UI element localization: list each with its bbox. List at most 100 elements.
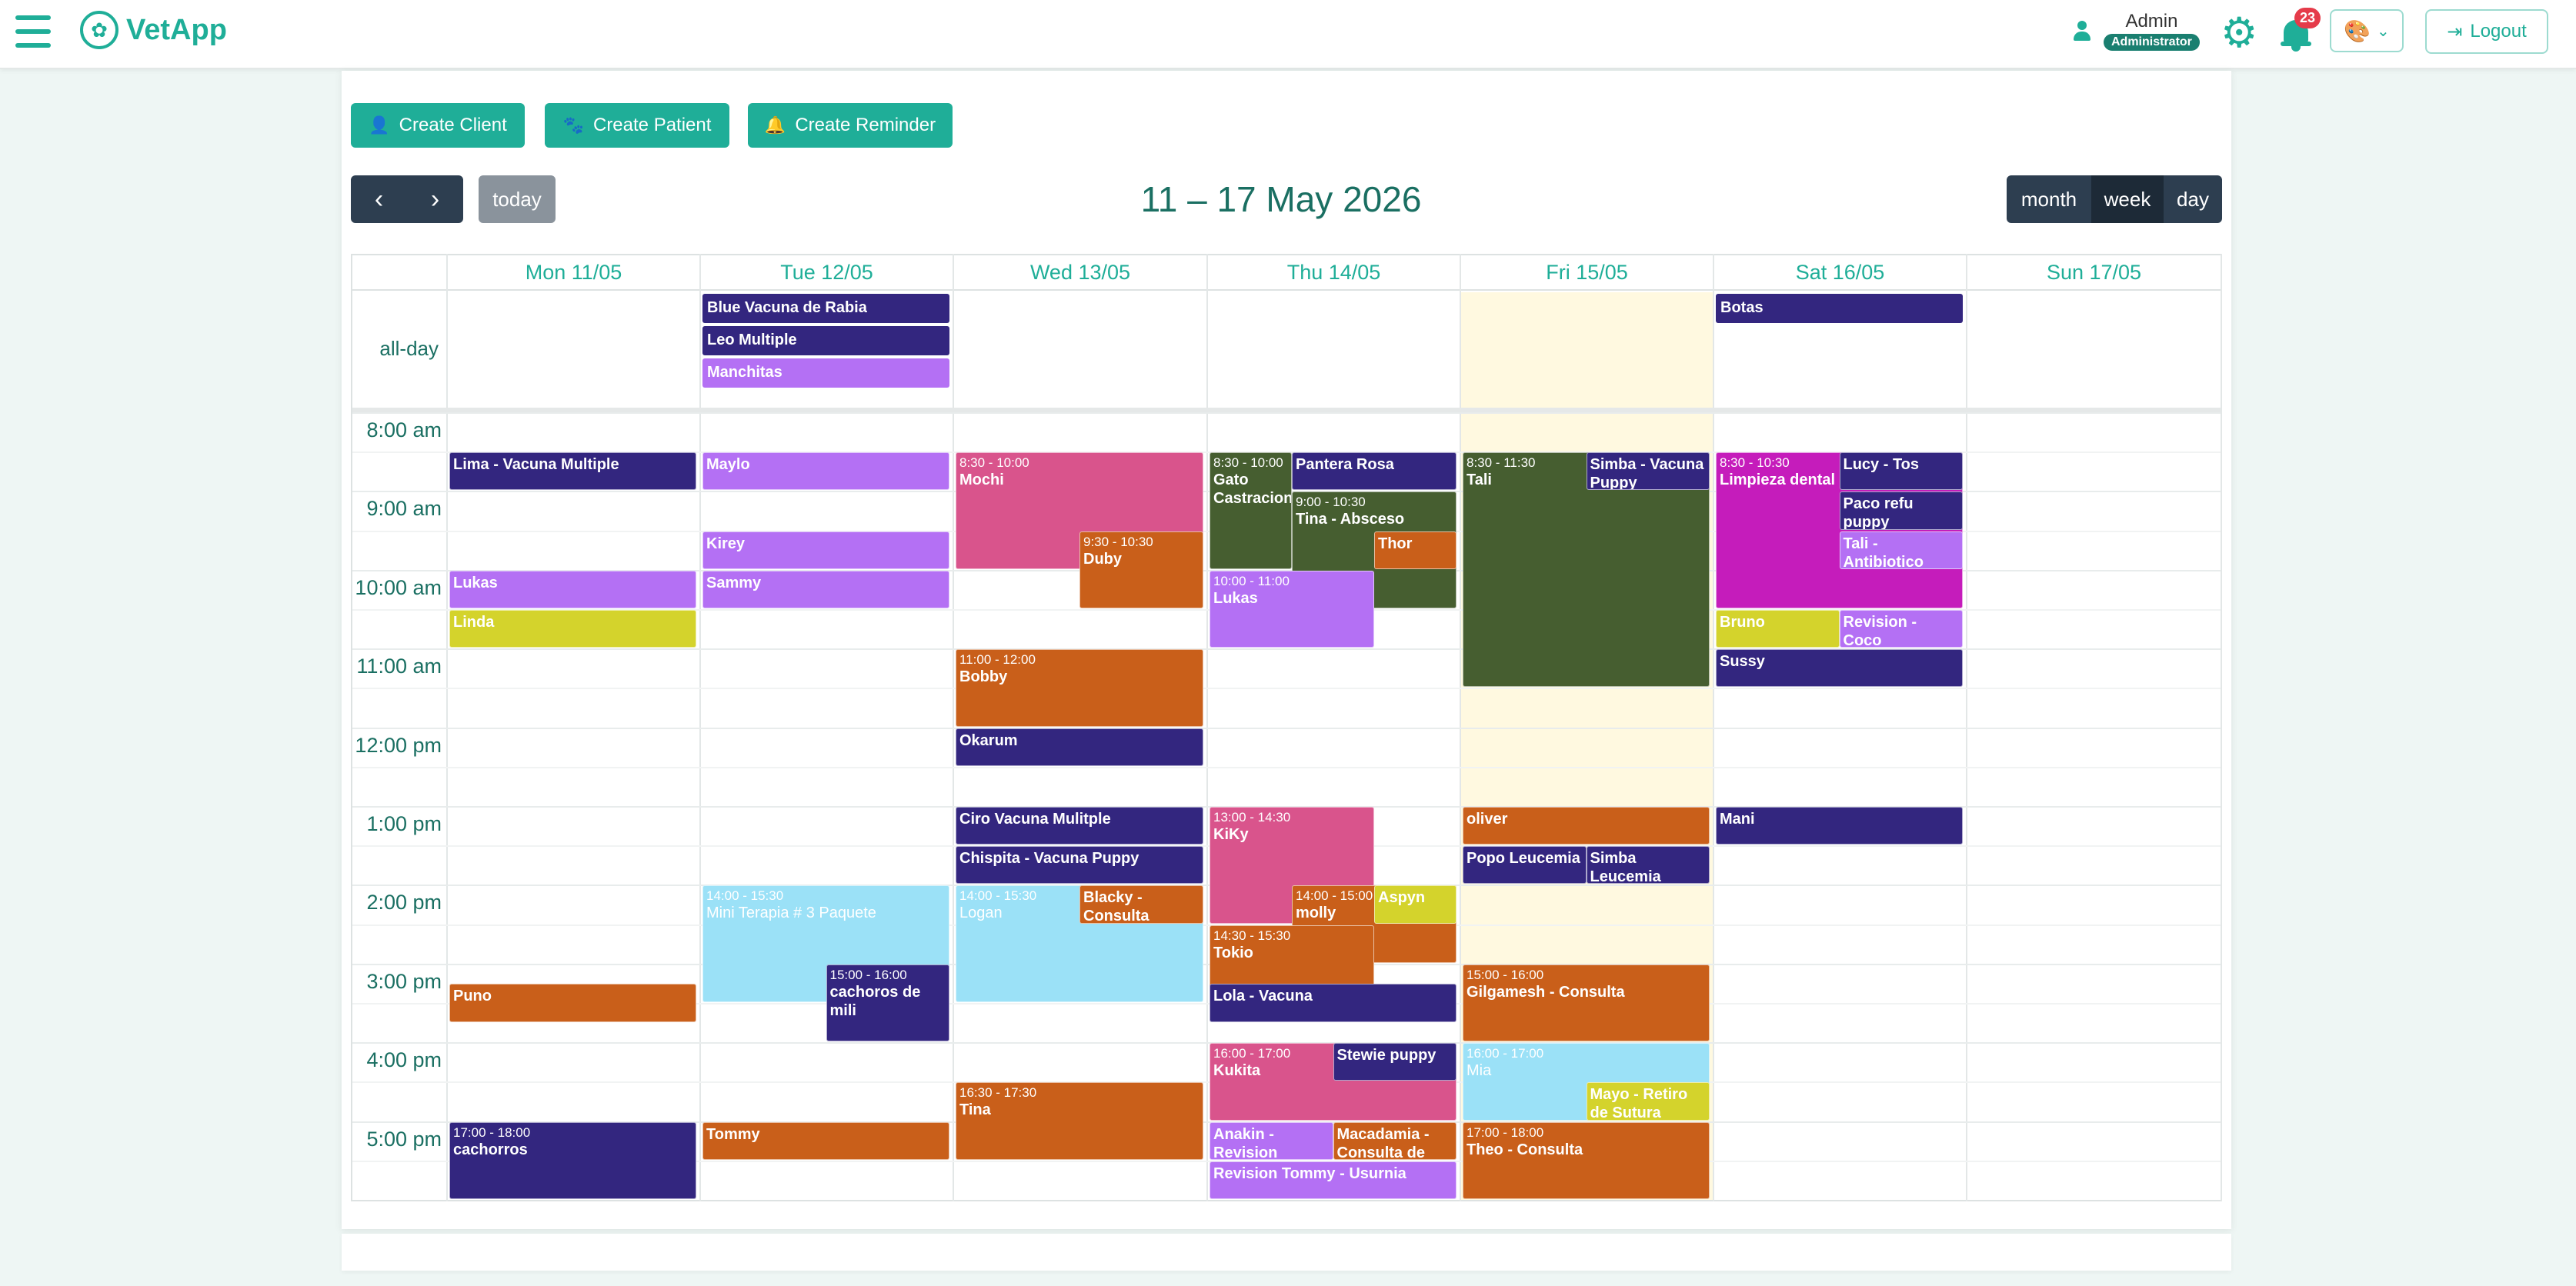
event-title: Paco refu puppy	[1843, 495, 1914, 530]
calendar-event[interactable]: Simba Leucemia	[1586, 846, 1710, 885]
calendar-event[interactable]: 9:30 - 10:30 Duby	[1079, 531, 1203, 608]
calendar-event[interactable]: Lola - Vacuna	[1210, 984, 1457, 1022]
prev-next-group: ‹ ›	[351, 175, 463, 223]
event-time: 10:00 - 11:00	[1213, 573, 1290, 588]
event-title: Stewie puppy	[1336, 1047, 1436, 1064]
logout-button[interactable]: ⇥ Logout	[2425, 9, 2548, 54]
time-label: 1:00 pm	[366, 812, 442, 835]
calendar-event[interactable]: Sammy	[702, 570, 949, 608]
calendar-event[interactable]: Chispita - Vacuna Puppy	[956, 846, 1203, 885]
week-view-button[interactable]: week	[2091, 175, 2164, 223]
event-time: 8:30 - 10:00	[959, 455, 1029, 471]
calendar-event[interactable]: Revision - Coco	[1839, 610, 1963, 648]
event-title: Revision Tommy - Usurnia	[1213, 1164, 1406, 1182]
day-view-button[interactable]: day	[2164, 175, 2222, 223]
menu-icon[interactable]	[15, 15, 51, 48]
calendar-event[interactable]: Bruno	[1716, 610, 1840, 648]
create-client-label: Create Client	[399, 115, 507, 135]
calendar-event[interactable]: Pantera Rosa	[1292, 452, 1457, 491]
day-header[interactable]: Thu 14/05	[1206, 254, 1460, 291]
calendar-event[interactable]: 8:30 - 10:00 Gato Castracion	[1210, 452, 1292, 569]
calendar-event[interactable]: Puno	[449, 984, 696, 1022]
event-title: Pantera Rosa	[1296, 456, 1394, 474]
calendar-event[interactable]: 10:00 - 11:00 Lukas	[1210, 570, 1374, 648]
calendar-event[interactable]: 11:00 - 12:00 Bobby	[956, 649, 1203, 727]
event-time: 14:00 - 15:30	[706, 888, 784, 904]
notifications-bell-icon[interactable]: 23	[2279, 8, 2321, 52]
calendar-event[interactable]: 17:00 - 18:00 cachorros	[449, 1121, 696, 1199]
app-name: VetApp	[126, 13, 227, 46]
day-header[interactable]: Tue 12/05	[699, 254, 953, 291]
event-time: 16:00 - 17:00	[1467, 1046, 1544, 1061]
all-day-event[interactable]: Leo Multiple	[702, 326, 949, 355]
logout-label: Logout	[2470, 21, 2527, 42]
calendar-event[interactable]: Simba - Vacuna Puppy	[1586, 452, 1710, 491]
time-label: 8:00 am	[366, 418, 442, 441]
calendar-event[interactable]: oliver	[1463, 807, 1710, 845]
create-reminder-button[interactable]: 🔔 Create Reminder	[748, 103, 953, 148]
today-button[interactable]: today	[479, 175, 556, 223]
event-title: Aspyn	[1378, 889, 1426, 907]
event-title: Chispita - Vacuna Puppy	[959, 850, 1140, 868]
calendar-event[interactable]: Blacky - Consulta	[1079, 885, 1203, 924]
event-title: Lucy - Tos	[1843, 456, 1920, 474]
month-view-button[interactable]: month	[2007, 175, 2091, 223]
settings-gear-icon[interactable]: ⚙	[2221, 12, 2257, 54]
prev-week-button[interactable]: ‹	[351, 175, 407, 223]
calendar-event[interactable]: Tali - Antibiotico	[1839, 531, 1963, 569]
calendar-event[interactable]: Revision Tommy - Usurnia	[1210, 1161, 1457, 1199]
calendar-event[interactable]: Anakin - Revision	[1210, 1121, 1333, 1160]
day-header[interactable]: Sun 17/05	[1966, 254, 2221, 291]
calendar-event[interactable]: Maylo	[702, 452, 949, 491]
theme-palette-dropdown[interactable]: 🎨 ⌄	[2330, 9, 2404, 52]
day-header[interactable]: Sat 16/05	[1713, 254, 1966, 291]
day-header[interactable]: Fri 15/05	[1460, 254, 1713, 291]
day-header[interactable]: Mon 11/05	[446, 254, 699, 291]
event-title: Lukas	[453, 574, 498, 591]
calendar-event[interactable]: 15:00 - 16:00 cachoros de mili	[826, 964, 949, 1042]
calendar-event[interactable]: Okarum	[956, 728, 1203, 766]
half-hour-line	[352, 688, 2221, 690]
calendar-event[interactable]: Linda	[449, 610, 696, 648]
calendar-event[interactable]: 17:00 - 18:00 Theo - Consulta	[1463, 1121, 1710, 1199]
event-title: Mini Terapia # 3 Paquete	[706, 905, 876, 922]
user-name: Admin	[2125, 11, 2178, 32]
event-title: Mani	[1720, 811, 1755, 828]
calendar-event[interactable]: Kirey	[702, 531, 949, 569]
calendar-event[interactable]: Popo Leucemia	[1463, 846, 1587, 885]
event-time: 9:30 - 10:30	[1083, 534, 1153, 549]
user-menu[interactable]: Admin Administrator	[2073, 11, 2200, 51]
calendar-event[interactable]: Paco refu puppy	[1839, 491, 1963, 530]
calendar-event[interactable]: 16:30 - 17:30 Tina	[956, 1082, 1203, 1160]
event-title: Lima - Vacuna Multiple	[453, 456, 619, 474]
calendar-event[interactable]: Mayo - Retiro de Sutura	[1586, 1082, 1710, 1121]
event-title: Tommy	[706, 1125, 760, 1143]
all-day-event[interactable]: Manchitas	[702, 358, 949, 388]
event-title: Puno	[453, 988, 492, 1005]
all-day-event[interactable]: Blue Vacuna de Rabia	[702, 294, 949, 323]
calendar-event[interactable]: Ciro Vacuna Mulitple	[956, 807, 1203, 845]
next-week-button[interactable]: ›	[407, 175, 463, 223]
calendar-event[interactable]: Lima - Vacuna Multiple	[449, 452, 696, 491]
calendar-event[interactable]: Thor	[1374, 531, 1457, 569]
event-title: Revision - Coco	[1843, 614, 1917, 648]
calendar-event[interactable]: Mani	[1716, 807, 1963, 845]
calendar-event[interactable]: Lukas	[449, 570, 696, 608]
notification-count-badge: 23	[2294, 8, 2321, 28]
app-logo[interactable]: ✿ VetApp	[80, 9, 227, 51]
calendar-event[interactable]: Tommy	[702, 1121, 949, 1160]
calendar-event[interactable]: Sussy	[1716, 649, 1963, 688]
create-client-button[interactable]: 👤 Create Client	[351, 103, 525, 148]
calendar-event[interactable]: Lucy - Tos	[1839, 452, 1963, 491]
view-switcher: month week day	[2007, 175, 2222, 223]
calendar-event[interactable]: Stewie puppy	[1333, 1043, 1457, 1081]
calendar-event[interactable]: Macadamia - Consulta de	[1333, 1121, 1457, 1160]
calendar-event[interactable]: 15:00 - 16:00 Gilgamesh - Consulta	[1463, 964, 1710, 1042]
logout-icon: ⇥	[2447, 21, 2463, 42]
event-time: 8:30 - 10:00	[1213, 455, 1283, 471]
day-header[interactable]: Wed 13/05	[953, 254, 1206, 291]
time-label: 11:00 am	[356, 655, 442, 678]
all-day-event[interactable]: Botas	[1716, 294, 1963, 323]
calendar-event[interactable]: Aspyn	[1374, 885, 1457, 924]
create-patient-button[interactable]: 🐾 Create Patient	[545, 103, 729, 148]
